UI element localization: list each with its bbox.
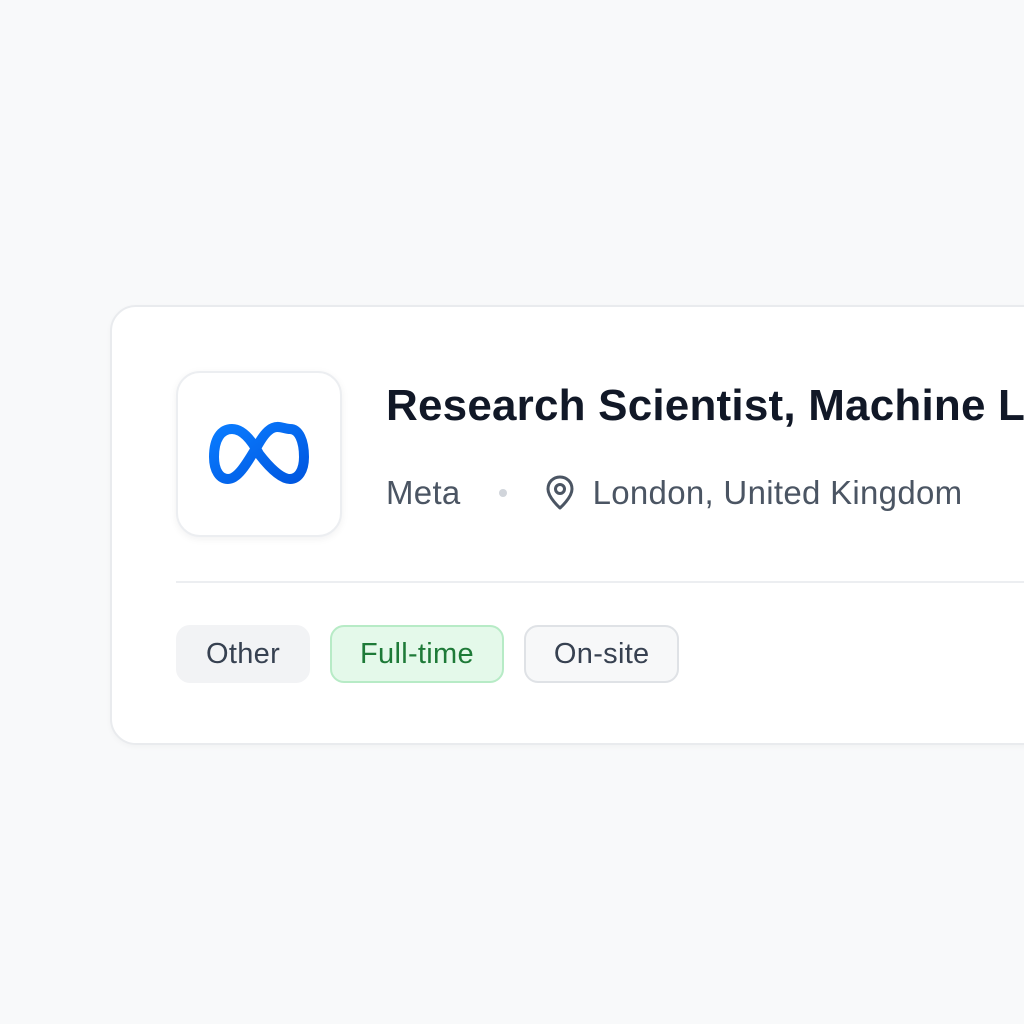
- job-meta-row: Meta London, United Kingdom: [386, 469, 962, 517]
- card-divider: [176, 581, 1024, 583]
- job-location: London, United Kingdom: [592, 474, 963, 511]
- map-pin-icon: [545, 475, 575, 511]
- separator-dot: [498, 489, 507, 497]
- tag-workplace[interactable]: On-site: [523, 625, 680, 683]
- page-background: Research Scientist, Machine L Meta Londo…: [0, 0, 1024, 1024]
- company-name[interactable]: Meta: [386, 474, 461, 512]
- job-tags: Other Full-time On-site: [176, 625, 680, 683]
- job-card[interactable]: Research Scientist, Machine L Meta Londo…: [110, 305, 1024, 745]
- job-title[interactable]: Research Scientist, Machine L: [386, 381, 1024, 431]
- company-logo: [176, 371, 342, 537]
- meta-logo-icon: [209, 422, 309, 484]
- tag-employment-type[interactable]: Full-time: [330, 625, 504, 683]
- tag-category[interactable]: Other: [176, 625, 311, 683]
